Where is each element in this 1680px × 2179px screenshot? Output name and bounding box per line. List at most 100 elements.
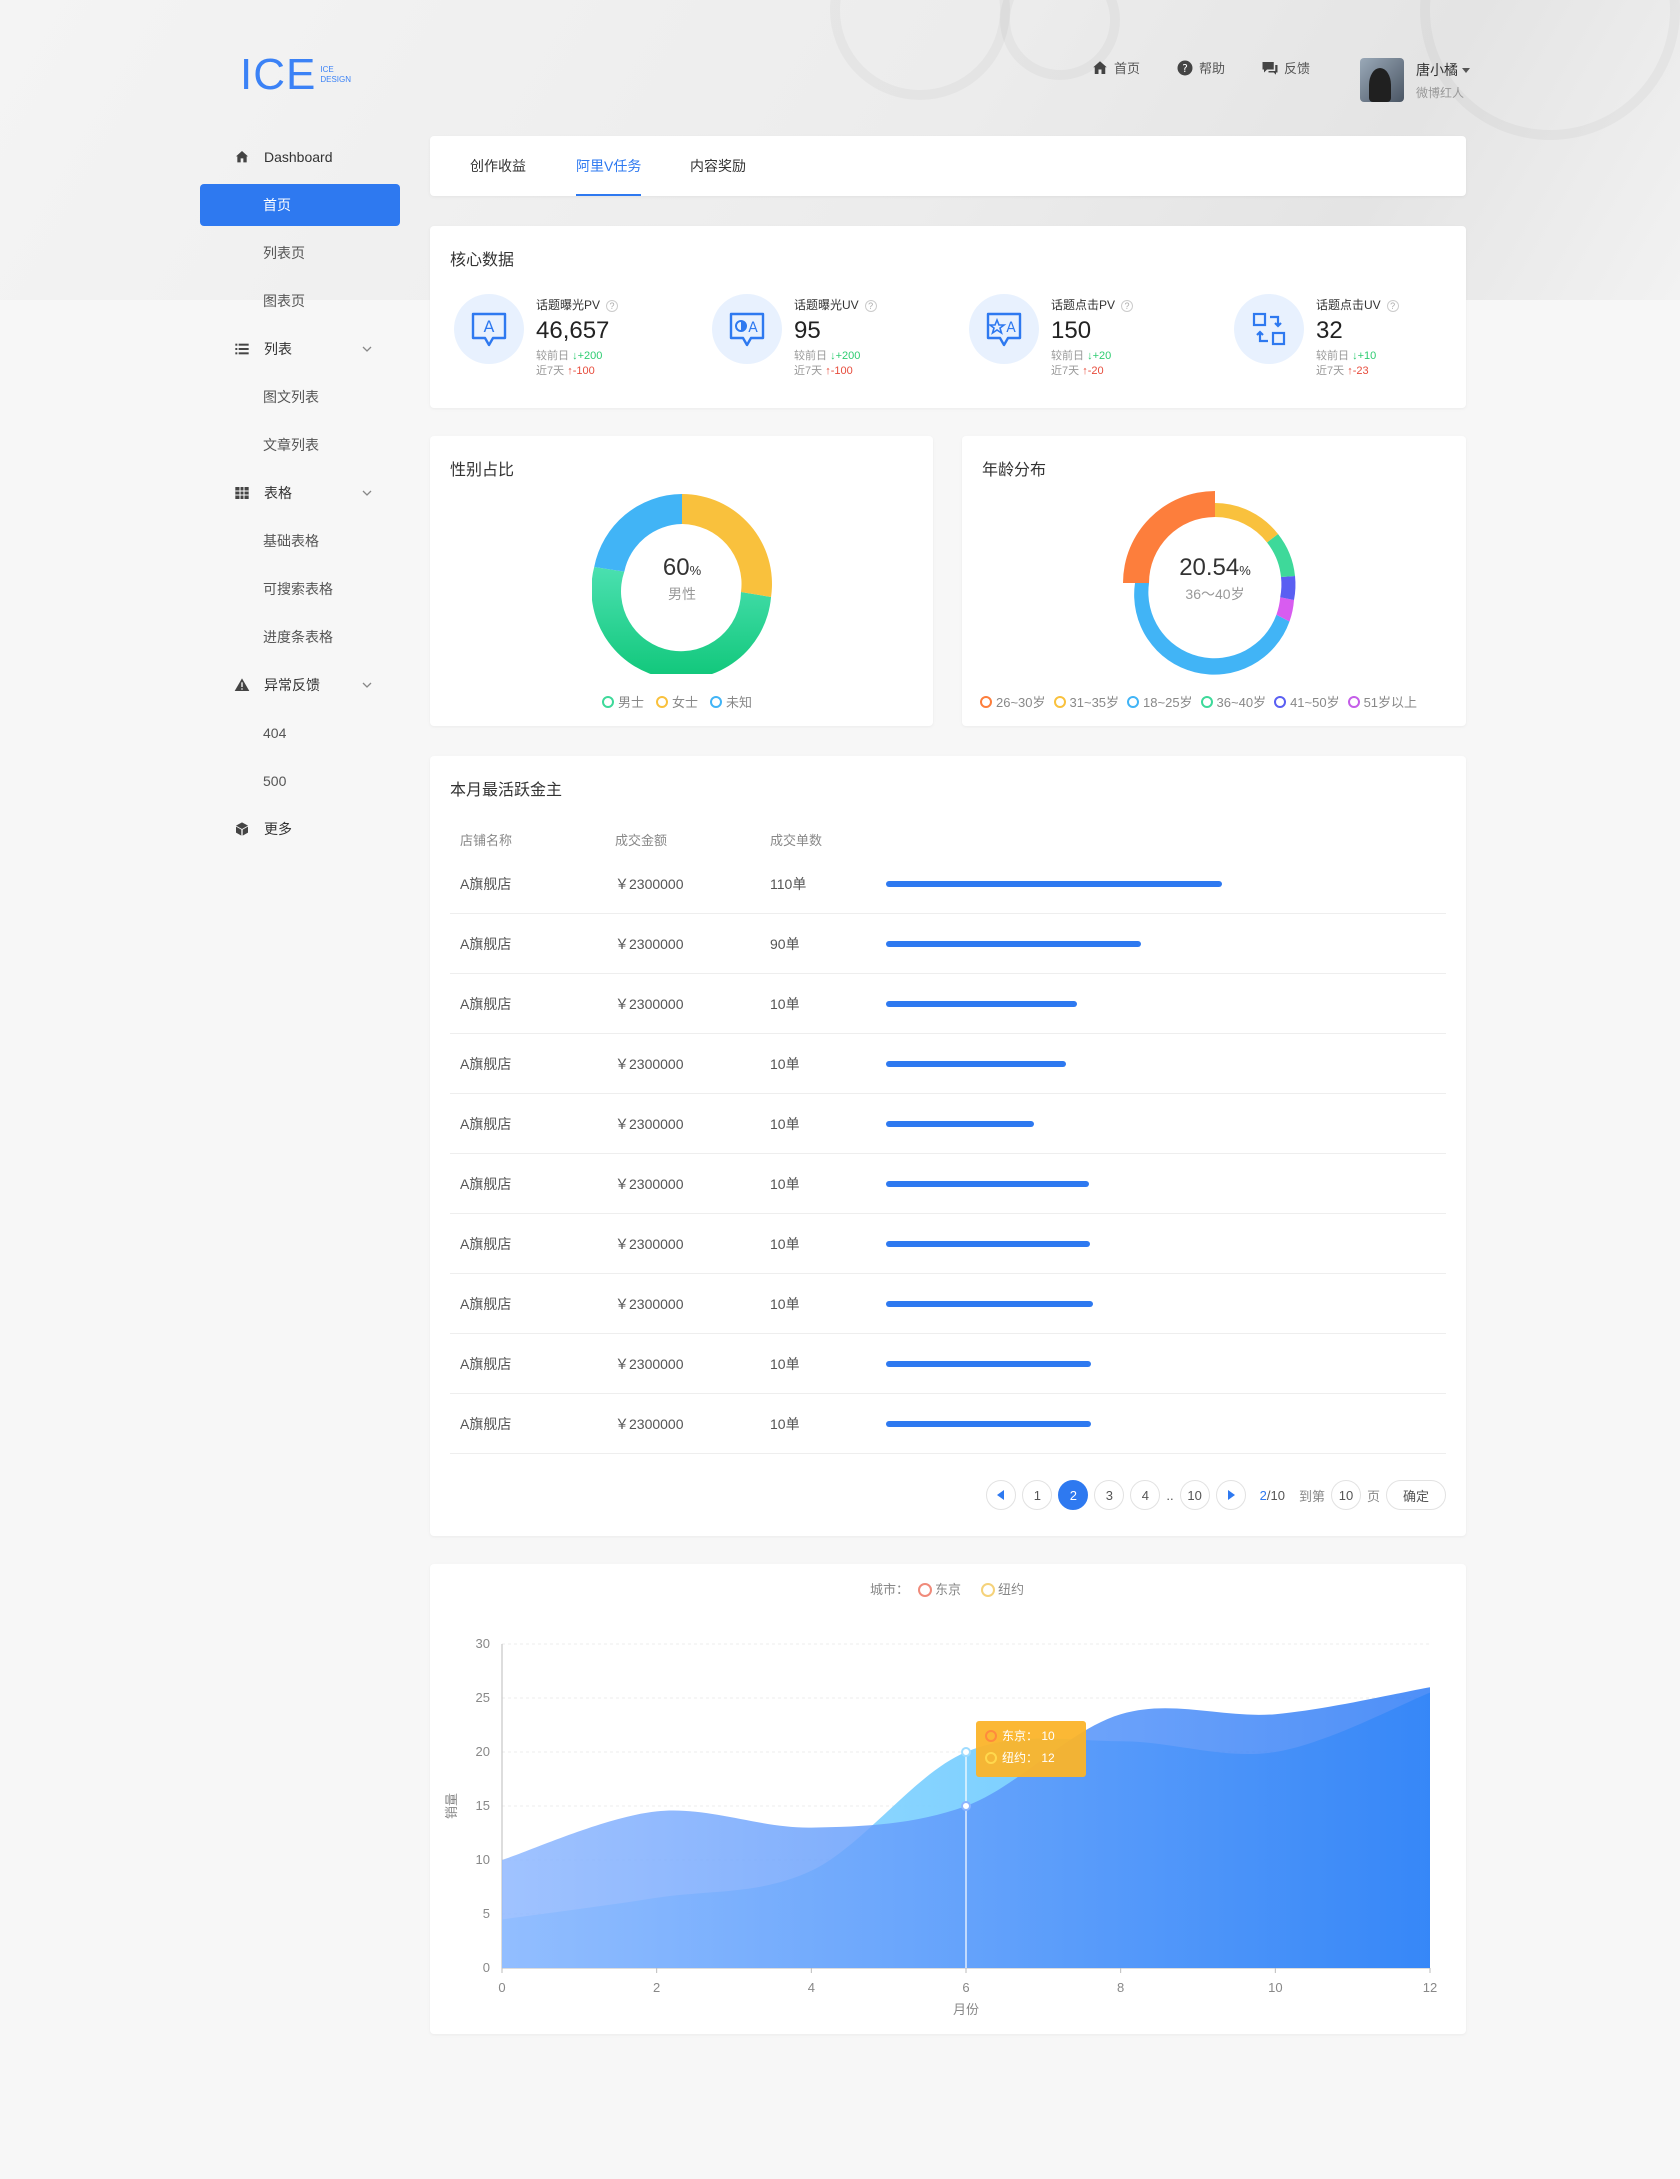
cell-shop: A旗舰店 bbox=[460, 876, 512, 892]
table-row[interactable]: A旗舰店 ￥2300000 10单 bbox=[450, 1034, 1446, 1094]
top-nav-feedback[interactable]: 反馈 bbox=[1261, 58, 1310, 77]
sidebar-item-search-table[interactable]: 可搜索表格 bbox=[200, 565, 400, 613]
sidebar-item-500[interactable]: 500 bbox=[200, 757, 400, 805]
sidebar-item-exception[interactable]: 异常反馈 bbox=[200, 661, 400, 709]
question-icon[interactable]: ? bbox=[1121, 300, 1134, 312]
sidebar-item-table[interactable]: 表格 bbox=[200, 469, 400, 517]
legend-item[interactable]: 31~35岁 bbox=[1053, 692, 1119, 711]
legend-dot-icon bbox=[656, 695, 669, 708]
x-tick-label: 2 bbox=[653, 1980, 660, 1995]
legend-item[interactable]: 女士 bbox=[656, 692, 698, 711]
ranking-card: 本月最活跃金主 店铺名称 成交金额 成交单数 A旗舰店 ￥2300000 110单 A… bbox=[430, 756, 1466, 1536]
table-row[interactable]: A旗舰店 ￥2300000 90单 bbox=[450, 914, 1446, 974]
sidebar-item-basic-table[interactable]: 基础表格 bbox=[200, 517, 400, 565]
x-tick-label: 8 bbox=[1117, 1980, 1124, 1995]
sidebar: Dashboard 首页 列表页 图表页 列表 图文列表 文章列表 表格 基础表… bbox=[200, 133, 400, 853]
y-tick-label: 10 bbox=[476, 1852, 490, 1867]
table-row[interactable]: A旗舰店 ￥2300000 110单 bbox=[450, 854, 1446, 914]
sidebar-item-more[interactable]: 更多 bbox=[200, 805, 400, 853]
cell-orders: 90单 bbox=[770, 936, 800, 952]
legend-item[interactable]: 36~40岁 bbox=[1200, 692, 1266, 711]
caret-right-icon bbox=[1227, 1490, 1235, 1500]
table-row[interactable]: A旗舰店 ￥2300000 10单 bbox=[450, 974, 1446, 1034]
top-nav-help[interactable]: ? 帮助 bbox=[1176, 58, 1225, 77]
avatar[interactable] bbox=[1360, 58, 1404, 102]
legend-item[interactable]: 18~25岁 bbox=[1127, 692, 1193, 711]
cell-amount: ￥2300000 bbox=[615, 1116, 684, 1132]
table-row[interactable]: A旗舰店 ￥2300000 10单 bbox=[450, 1274, 1446, 1334]
cell-amount: ￥2300000 bbox=[615, 1056, 684, 1072]
page-button-current[interactable]: 2 bbox=[1058, 1480, 1089, 1510]
table-row[interactable]: A旗舰店 ￥2300000 10单 bbox=[450, 1334, 1446, 1394]
progress-bar bbox=[886, 1301, 1093, 1307]
tooltip-line: 纽约： 12 bbox=[1002, 1750, 1055, 1765]
stat-topic-click-uv: 话题点击UV? 32 较前日 ↓+10 近7天 ↑-23 bbox=[1234, 294, 1399, 379]
legend-item[interactable]: 51岁以上 bbox=[1347, 692, 1417, 711]
table-row[interactable]: A旗舰店 ￥2300000 10单 bbox=[450, 1394, 1446, 1454]
table-row[interactable]: A旗舰店 ￥2300000 10单 bbox=[450, 1214, 1446, 1274]
legend-item[interactable]: 26~30岁 bbox=[980, 692, 1046, 711]
list-icon bbox=[235, 343, 249, 355]
age-center-label: 36～40岁 bbox=[1185, 586, 1245, 602]
page-button[interactable]: 1 bbox=[1022, 1480, 1053, 1510]
age-center: 20.54% 36～40岁 bbox=[1145, 554, 1285, 604]
gender-center-value: 60 bbox=[662, 554, 690, 581]
logo-subtext: ICE DESIGN bbox=[320, 65, 352, 84]
legend-item-newyork[interactable]: 纽约 bbox=[998, 1582, 1024, 1597]
cell-amount: ￥2300000 bbox=[615, 1416, 684, 1432]
sidebar-item-list[interactable]: 列表 bbox=[200, 325, 400, 373]
sidebar-item-listpage[interactable]: 列表页 bbox=[200, 229, 400, 277]
table-row[interactable]: A旗舰店 ￥2300000 10单 bbox=[450, 1154, 1446, 1214]
sidebar-item-article-list[interactable]: 文章列表 bbox=[200, 421, 400, 469]
svg-text:A: A bbox=[748, 320, 758, 336]
sidebar-item-progress-table[interactable]: 进度条表格 bbox=[200, 613, 400, 661]
legend-item[interactable]: 41~50岁 bbox=[1274, 692, 1340, 711]
legend-dot-icon bbox=[1274, 695, 1287, 708]
gender-center-label: 男性 bbox=[668, 586, 696, 602]
question-icon[interactable]: ? bbox=[864, 300, 877, 312]
tab-content-reward[interactable]: 内容奖励 bbox=[690, 136, 746, 196]
prev-page-button[interactable] bbox=[986, 1480, 1017, 1510]
sidebar-item-imgtext-list[interactable]: 图文列表 bbox=[200, 373, 400, 421]
top-nav-home-label: 首页 bbox=[1113, 61, 1140, 76]
logo[interactable]: ICE ICE DESIGN bbox=[240, 50, 351, 100]
pager-confirm-button[interactable]: 确定 bbox=[1385, 1480, 1446, 1510]
stat-icon-circle bbox=[1234, 294, 1304, 364]
question-icon[interactable]: ? bbox=[606, 300, 619, 312]
table-row[interactable]: A旗舰店 ￥2300000 10单 bbox=[450, 1094, 1446, 1154]
sidebar-item-dashboard[interactable]: Dashboard bbox=[200, 133, 400, 181]
top-nav: 首页 ? 帮助 反馈 bbox=[1091, 58, 1310, 77]
sidebar-item-home[interactable]: 首页 bbox=[200, 184, 400, 226]
sidebar-item-label: 表格 bbox=[264, 485, 292, 501]
tab-ali-v-task[interactable]: 阿里V任务 bbox=[576, 136, 642, 196]
y-tick-label: 5 bbox=[483, 1906, 490, 1921]
progress-bar bbox=[886, 1421, 1091, 1427]
legend-dot-icon bbox=[1127, 695, 1140, 708]
next-page-button[interactable] bbox=[1215, 1480, 1246, 1510]
sidebar-item-chartpage[interactable]: 图表页 bbox=[200, 277, 400, 325]
sidebar-item-label: 异常反馈 bbox=[264, 677, 320, 693]
home-icon bbox=[236, 151, 248, 163]
progress-bar bbox=[886, 1121, 1034, 1127]
cell-amount: ￥2300000 bbox=[615, 936, 684, 952]
legend-item[interactable]: 男士 bbox=[602, 692, 644, 711]
page-button[interactable]: 4 bbox=[1130, 1480, 1161, 1510]
x-tick-label: 0 bbox=[498, 1980, 505, 1995]
top-nav-home[interactable]: 首页 bbox=[1091, 58, 1140, 77]
pager-goto-input[interactable]: 10 bbox=[1330, 1480, 1361, 1510]
home-icon bbox=[1093, 60, 1107, 74]
top-nav-feedback-label: 反馈 bbox=[1283, 61, 1310, 76]
area-chart: 0 5 10 15 20 25 30 0 2 4 6 8 10 12 东京： 10 纽约： 12 城市： 东京 纽约… bbox=[444, 1582, 1437, 2017]
question-icon[interactable]: ? bbox=[1386, 300, 1399, 312]
user-title: 微博红人 bbox=[1416, 85, 1465, 100]
y-axis-label: 销量 bbox=[444, 1793, 459, 1819]
progress-bar bbox=[886, 1181, 1089, 1187]
user-menu[interactable]: 唐小橘 微博红人 bbox=[1360, 58, 1470, 102]
page-button[interactable]: 3 bbox=[1094, 1480, 1125, 1510]
sidebar-item-404[interactable]: 404 bbox=[200, 709, 400, 757]
cell-amount: ￥2300000 bbox=[615, 876, 684, 892]
legend-item[interactable]: 未知 bbox=[710, 692, 752, 711]
tab-creation-income[interactable]: 创作收益 bbox=[470, 136, 526, 196]
legend-item-tokyo[interactable]: 东京 bbox=[935, 1582, 961, 1597]
page-button[interactable]: 10 bbox=[1179, 1480, 1210, 1510]
